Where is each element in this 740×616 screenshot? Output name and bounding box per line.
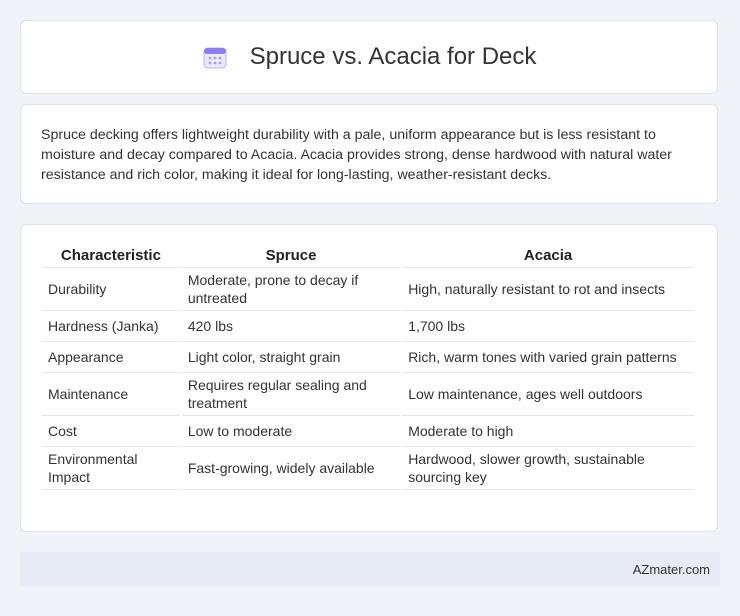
table-cell: Maintenance — [42, 373, 180, 416]
title-card: Spruce vs. Acacia for Deck — [20, 20, 718, 94]
table-cell: 420 lbs — [181, 311, 401, 342]
table-cell: Low maintenance, ages well outdoors — [402, 373, 694, 416]
table-cell: Hardness (Janka) — [42, 311, 180, 342]
table-cell: Durability — [42, 268, 180, 311]
table-row: Cost Low to moderate Moderate to high — [42, 416, 694, 447]
table-cell: Requires regular sealing and treatment — [181, 373, 401, 416]
column-header: Characteristic — [42, 245, 180, 268]
table-row: Environmental Impact Fast-growing, widel… — [42, 447, 694, 490]
intro-card: Spruce decking offers lightweight durabi… — [20, 104, 718, 204]
table-cell: Environmental Impact — [42, 447, 180, 490]
page-title: Spruce vs. Acacia for Deck — [249, 43, 537, 70]
column-header: Spruce — [181, 245, 401, 268]
footer-brand-link[interactable]: AZmater.com — [633, 562, 710, 577]
table-header-row: Characteristic Spruce Acacia — [42, 245, 694, 268]
table-cell: Fast-growing, widely available — [181, 447, 401, 490]
table-cell: 1,700 lbs — [402, 311, 694, 342]
table-row: Appearance Light color, straight grain R… — [42, 342, 694, 373]
intro-text: Spruce decking offers lightweight durabi… — [41, 127, 672, 183]
table-cell: Moderate to high — [402, 416, 694, 447]
table-cell: Low to moderate — [181, 416, 401, 447]
table-row: Maintenance Requires regular sealing and… — [42, 373, 694, 416]
table-cell: Hardwood, slower growth, sustainable sou… — [402, 447, 694, 490]
table-cell: Rich, warm tones with varied grain patte… — [402, 342, 694, 373]
calendar-icon — [202, 44, 228, 70]
table-cell: Appearance — [42, 342, 180, 373]
comparison-table: Characteristic Spruce Acacia Durability … — [40, 245, 696, 490]
comparison-card: Characteristic Spruce Acacia Durability … — [20, 224, 718, 532]
column-header: Acacia — [402, 245, 694, 268]
footer: AZmater.com — [20, 552, 720, 586]
table-row: Hardness (Janka) 420 lbs 1,700 lbs — [42, 311, 694, 342]
table-row: Durability Moderate, prone to decay if u… — [42, 268, 694, 311]
table-cell: Moderate, prone to decay if untreated — [181, 268, 401, 311]
table-cell: Cost — [42, 416, 180, 447]
table-cell: High, naturally resistant to rot and ins… — [402, 268, 694, 311]
table-cell: Light color, straight grain — [181, 342, 401, 373]
